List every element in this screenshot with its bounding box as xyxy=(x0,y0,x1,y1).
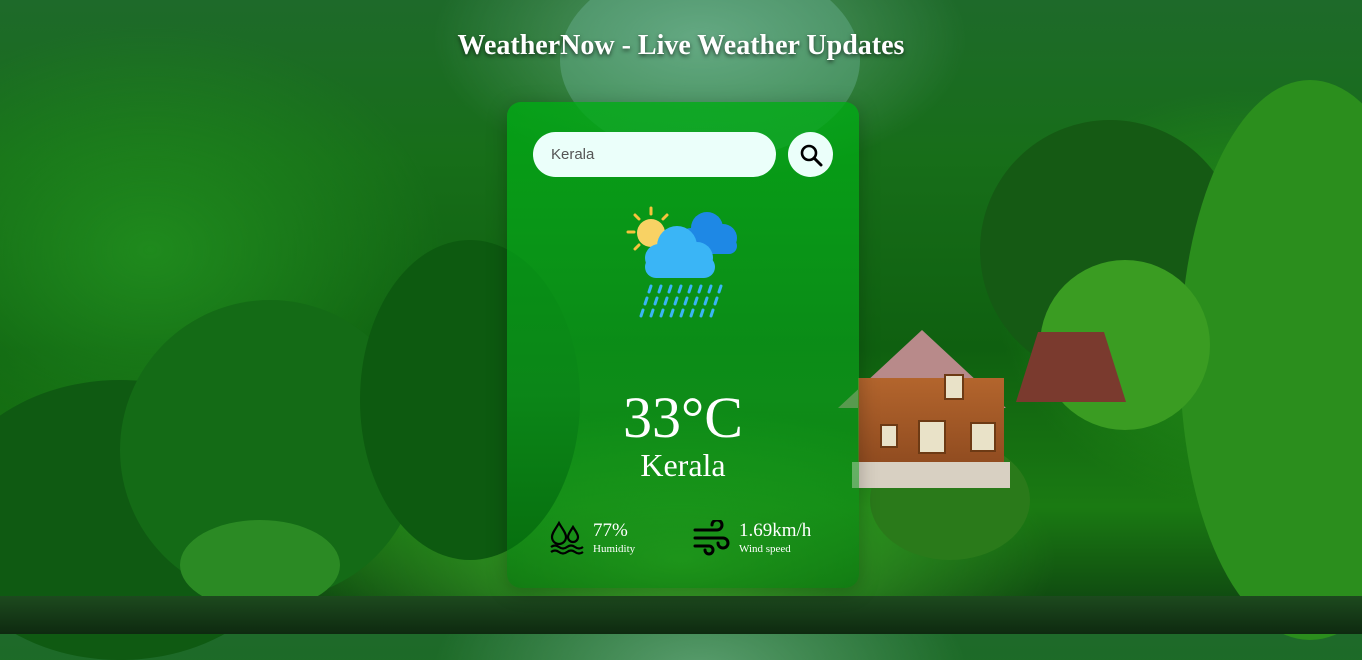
city-name: Kerala xyxy=(640,447,726,483)
search-input[interactable] xyxy=(533,132,776,177)
search-icon xyxy=(800,144,822,166)
wind-label: Wind speed xyxy=(739,543,791,555)
humidity-label: Humidity xyxy=(593,543,636,555)
rain-cloud-sun-icon xyxy=(626,206,737,318)
app-title: WeatherNow - Live Weather Updates xyxy=(457,30,905,61)
weather-card: 33°C Kerala 77% Humidity 1.69km/h Wind s… xyxy=(507,102,859,588)
search-button[interactable] xyxy=(788,132,833,177)
humidity-block: 77% Humidity xyxy=(549,520,635,556)
humidity-value: 77% xyxy=(593,520,628,541)
wind-value: 1.69km/h xyxy=(739,520,812,541)
wind-block: 1.69km/h Wind speed xyxy=(693,520,811,556)
wind-icon xyxy=(693,520,730,556)
temperature: 33°C xyxy=(623,385,743,450)
humidity-icon xyxy=(550,520,584,555)
